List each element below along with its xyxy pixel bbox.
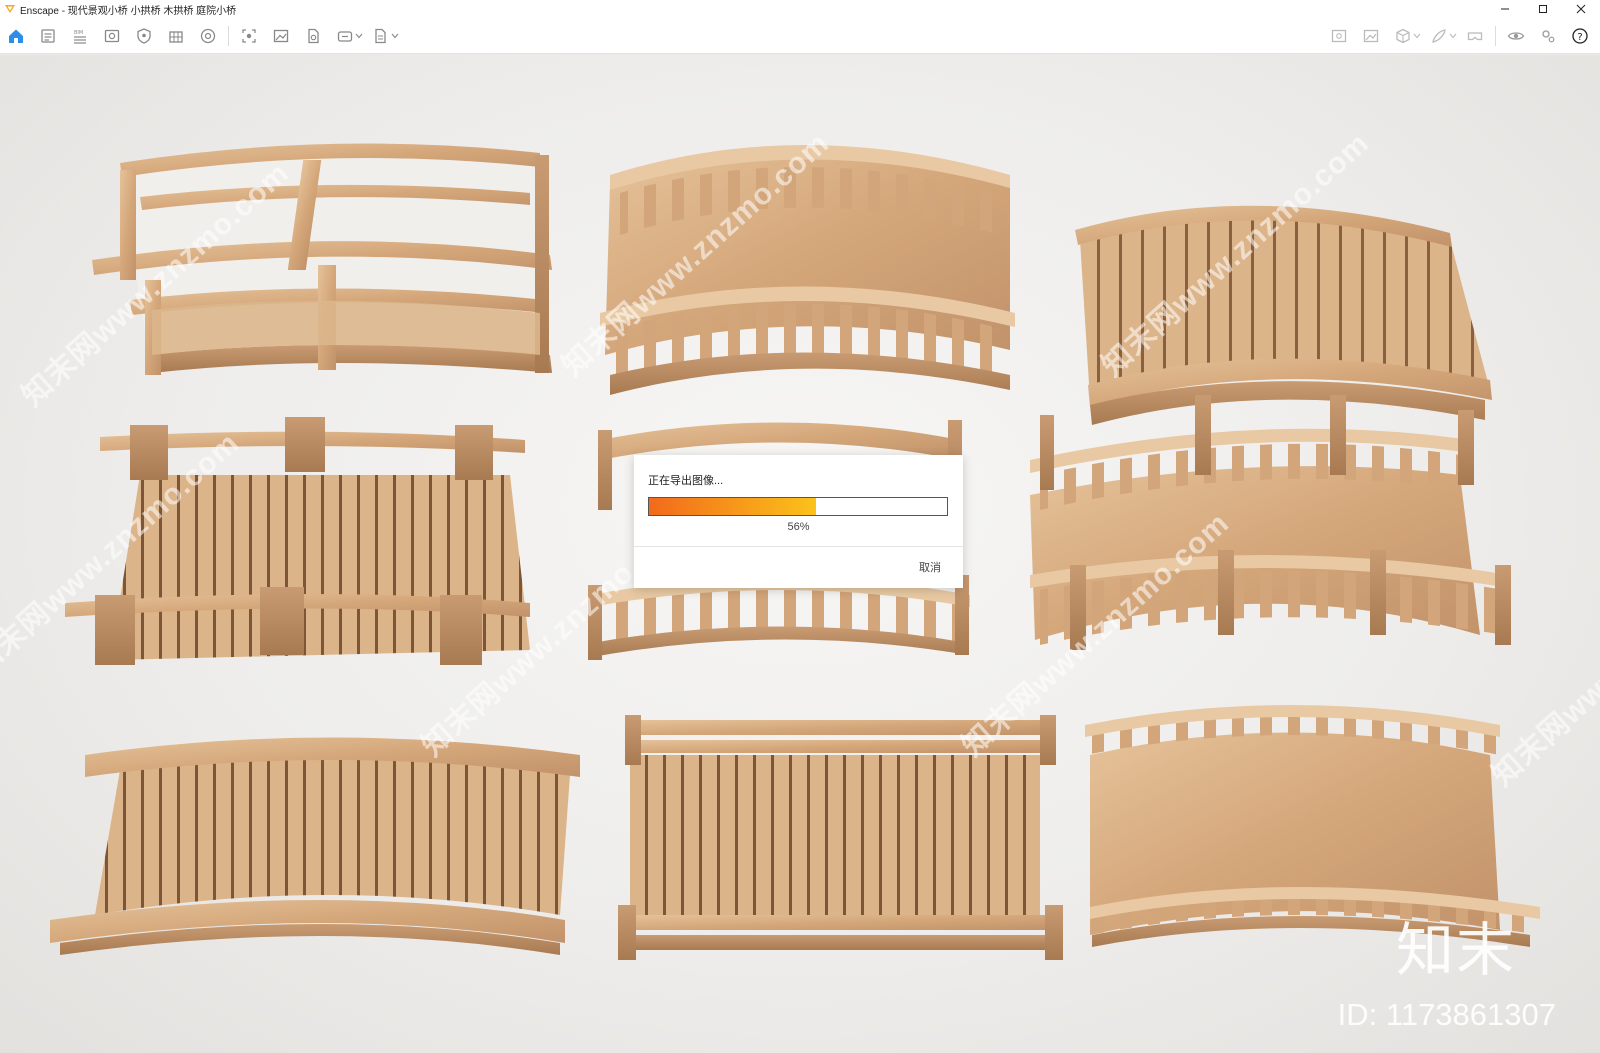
chevron-down-icon xyxy=(1413,33,1421,39)
views-button[interactable] xyxy=(96,20,128,52)
dialog-title: 正在导出图像... xyxy=(648,475,724,487)
object-dropdown-caret[interactable] xyxy=(1413,20,1421,52)
svg-text:BIM: BIM xyxy=(74,30,83,36)
bim-button[interactable]: BIM xyxy=(64,20,96,52)
paint-dropdown-caret[interactable] xyxy=(1449,20,1457,52)
gallery-button[interactable] xyxy=(1355,20,1387,52)
svg-text:?: ? xyxy=(1577,32,1582,43)
asset-library-button[interactable] xyxy=(32,20,64,52)
toolbar-separator xyxy=(228,26,229,46)
brand-watermark: 知末 xyxy=(1395,916,1516,984)
atmosphere-icon xyxy=(137,28,151,44)
chevron-down-icon xyxy=(1449,33,1457,39)
model-id-watermark: ID: 1173861307 xyxy=(1337,997,1556,1032)
building-button[interactable] xyxy=(160,20,192,52)
dialog-divider xyxy=(634,546,963,547)
vr-button[interactable] xyxy=(1459,20,1491,52)
enscape-logo-icon xyxy=(5,5,15,13)
settings-icon xyxy=(1542,30,1555,43)
maximize-button[interactable] xyxy=(1524,0,1562,18)
minimize-button[interactable] xyxy=(1486,0,1524,18)
views-icon xyxy=(104,29,120,43)
maximize-icon xyxy=(1539,5,1547,13)
bim-icon: BIM xyxy=(74,30,86,44)
title-bar: Enscape - 现代景观小桥 小拱桥 木拱桥 庭院小桥 xyxy=(0,0,1600,18)
paint-icon xyxy=(1432,29,1446,43)
cancel-button[interactable]: 取消 xyxy=(919,559,941,575)
batch-export-dropdown-caret[interactable] xyxy=(391,20,399,52)
main-toolbar: BIM ? xyxy=(0,18,1600,70)
render-export-button[interactable] xyxy=(297,20,329,52)
help-icon: ? xyxy=(1572,28,1588,44)
home-icon xyxy=(9,29,23,43)
materials-button[interactable] xyxy=(192,20,224,52)
image-settings-icon xyxy=(1331,29,1347,43)
export-progress-bar xyxy=(648,497,948,516)
visibility-icon xyxy=(1507,32,1525,40)
close-button[interactable] xyxy=(1562,0,1600,18)
image-settings-button[interactable] xyxy=(1323,20,1355,52)
export-progress-dialog: 正在导出图像... 56% 取消 xyxy=(634,455,963,588)
object-icon xyxy=(1396,28,1410,44)
assets-icon xyxy=(41,29,55,43)
chevron-down-icon xyxy=(355,33,363,39)
window-title: Enscape - 现代景观小桥 小拱桥 木拱桥 庭院小桥 xyxy=(20,5,237,17)
vr-icon xyxy=(1467,32,1483,41)
toolbar-right-group: ? xyxy=(1323,18,1596,54)
batch-export-icon xyxy=(375,28,386,44)
screenshot-icon xyxy=(273,29,289,43)
screenshot-button[interactable] xyxy=(265,20,297,52)
home-button[interactable] xyxy=(0,20,32,52)
bridge-model-8 xyxy=(618,715,1063,960)
close-icon xyxy=(1576,4,1586,14)
render-export-icon xyxy=(308,28,319,44)
capture-button[interactable] xyxy=(233,20,265,52)
chevron-down-icon xyxy=(391,33,399,39)
gallery-icon xyxy=(1363,29,1379,43)
toolbar-left-group: BIM xyxy=(0,18,401,54)
materials-icon xyxy=(200,28,216,44)
minimize-icon xyxy=(1501,8,1509,10)
visibility-button[interactable] xyxy=(1500,20,1532,52)
panorama-dropdown-caret[interactable] xyxy=(355,20,363,52)
atmosphere-button[interactable] xyxy=(128,20,160,52)
settings-button[interactable] xyxy=(1532,20,1564,52)
help-button[interactable]: ? xyxy=(1564,20,1596,52)
progress-fill xyxy=(649,498,816,515)
window-controls xyxy=(1486,0,1600,18)
progress-percent-label: 56% xyxy=(787,521,810,533)
panorama-icon xyxy=(337,31,353,42)
building-icon xyxy=(169,31,183,43)
toolbar-separator xyxy=(1495,26,1496,46)
capture-icon xyxy=(242,29,256,43)
bridge-model-7 xyxy=(50,737,580,955)
